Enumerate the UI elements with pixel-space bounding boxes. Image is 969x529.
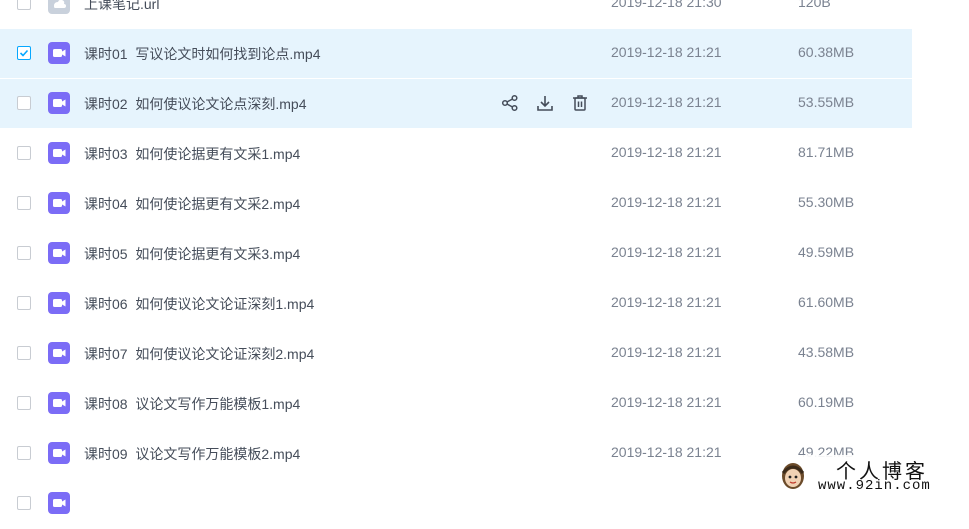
file-name[interactable]: 课时07 如何使议论文论证深刻2.mp4: [84, 344, 314, 364]
video-file-icon: [48, 142, 70, 164]
file-row[interactable]: 课时08 议论文写作万能模板1.mp4 2019-12-18 21:21 60.19…: [0, 379, 912, 429]
file-row[interactable]: 课时02 如何使议论文论点深刻.mp4 2019-12-18 21:21 53.55…: [0, 79, 912, 129]
video-file-icon: [48, 192, 70, 214]
file-name[interactable]: 课时02 如何使议论文论点深刻.mp4: [84, 94, 306, 114]
file-name[interactable]: 课时08 议论文写作万能模板1.mp4: [84, 394, 300, 414]
checkbox[interactable]: [17, 96, 31, 110]
file-date: 2019-12-18 21:21: [611, 444, 722, 460]
watermark: 个人博客 www.92in.com: [776, 455, 966, 495]
video-file-icon: [48, 242, 70, 264]
file-date: 2019-12-18 21:21: [611, 94, 722, 110]
file-size: 55.30MB: [798, 194, 855, 210]
file-name[interactable]: 课时05 如何使论据更有文采3.mp4: [84, 244, 300, 264]
video-file-icon: [48, 342, 70, 364]
checkbox[interactable]: [17, 0, 31, 10]
video-file-icon: [48, 42, 70, 64]
file-row[interactable]: 课时05 如何使论据更有文采3.mp4 2019-12-18 21:21 49.59…: [0, 229, 912, 279]
file-row[interactable]: 课时06 如何使议论文论证深刻1.mp4 2019-12-18 21:21 61.6…: [0, 279, 912, 329]
file-row[interactable]: 课时03 如何使论据更有文采1.mp4 2019-12-18 21:21 81.71…: [0, 129, 912, 179]
file-name[interactable]: 课时06 如何使议论文论证深刻1.mp4: [84, 294, 314, 314]
video-file-icon: [48, 442, 70, 464]
file-size: 61.60MB: [798, 294, 855, 310]
delete-icon[interactable]: [570, 93, 590, 113]
url-file-icon: [48, 0, 70, 14]
file-size: 43.58MB: [798, 344, 855, 360]
file-date: 2019-12-18 21:21: [611, 394, 722, 410]
checkbox-checked[interactable]: [17, 46, 31, 60]
file-row[interactable]: 课时04 如何使论据更有文采2.mp4 2019-12-18 21:21 55.30…: [0, 179, 912, 229]
checkbox[interactable]: [17, 296, 31, 310]
file-list: 上课笔记.url 2019-12-18 21:30 120B 课时01 写议论文时如何…: [0, 0, 969, 529]
file-row[interactable]: 课时07 如何使议论文论证深刻2.mp4 2019-12-18 21:21 43.5…: [0, 329, 912, 379]
download-icon[interactable]: [535, 93, 555, 113]
checkbox[interactable]: [17, 146, 31, 160]
file-size: 60.19MB: [798, 394, 855, 410]
file-size: 49.59MB: [798, 244, 855, 260]
file-date: 2019-12-18 21:30: [611, 0, 722, 10]
file-date: 2019-12-18 21:21: [611, 144, 722, 160]
checkbox[interactable]: [17, 346, 31, 360]
file-date: 2019-12-18 21:21: [611, 194, 722, 210]
file-size: 120B: [798, 0, 831, 10]
file-size: 81.71MB: [798, 144, 855, 160]
file-date: 2019-12-18 21:21: [611, 44, 722, 60]
checkbox[interactable]: [17, 446, 31, 460]
watermark-url: www.92in.com: [818, 478, 931, 494]
video-file-icon: [48, 292, 70, 314]
file-name[interactable]: 上课笔记.url: [84, 0, 159, 14]
share-icon[interactable]: [500, 93, 520, 113]
file-name[interactable]: 课时09 议论文写作万能模板2.mp4: [84, 444, 300, 464]
video-file-icon: [48, 492, 70, 514]
file-date: 2019-12-18 21:21: [611, 294, 722, 310]
file-date: 2019-12-18 21:21: [611, 244, 722, 260]
checkbox[interactable]: [17, 496, 31, 510]
file-size: 60.38MB: [798, 44, 855, 60]
file-size: 53.55MB: [798, 94, 855, 110]
avatar: [780, 461, 806, 491]
file-row[interactable]: 上课笔记.url 2019-12-18 21:30 120B: [0, 0, 912, 29]
checkbox[interactable]: [17, 196, 31, 210]
file-name[interactable]: 课时03 如何使论据更有文采1.mp4: [84, 144, 300, 164]
file-name[interactable]: 课时01 写议论文时如何找到论点.mp4: [84, 44, 320, 64]
video-file-icon: [48, 392, 70, 414]
file-name[interactable]: 课时04 如何使论据更有文采2.mp4: [84, 194, 300, 214]
video-file-icon: [48, 92, 70, 114]
checkbox[interactable]: [17, 396, 31, 410]
file-row[interactable]: 课时01 写议论文时如何找到论点.mp4 2019-12-18 21:21 60.3…: [0, 29, 912, 79]
checkbox[interactable]: [17, 246, 31, 260]
file-date: 2019-12-18 21:21: [611, 344, 722, 360]
